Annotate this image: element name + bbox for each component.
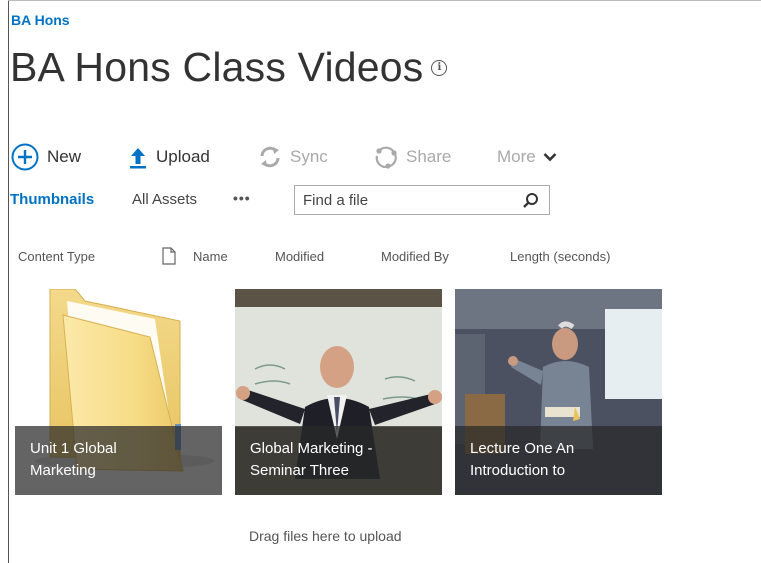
document-icon[interactable] (162, 247, 176, 268)
upload-arrow-icon (128, 145, 148, 169)
new-label: New (47, 147, 82, 166)
tile-title-line2: Seminar Three (250, 462, 349, 479)
tile-video[interactable]: Global Marketing - Seminar Three (235, 289, 442, 495)
sync-button[interactable]: Sync (258, 143, 328, 171)
page-title-text: BA Hons Class Videos (10, 44, 424, 90)
drop-zone-text[interactable]: Drag files here to upload (249, 528, 402, 544)
sync-label: Sync (290, 147, 328, 166)
share-button[interactable]: Share (374, 143, 451, 171)
new-button[interactable]: New (11, 143, 81, 171)
column-name[interactable]: Name (193, 249, 228, 264)
tile-title-line2: Introduction to (470, 462, 566, 479)
view-all-assets[interactable]: All Assets (132, 191, 197, 208)
share-label: Share (406, 147, 452, 166)
share-icon (374, 145, 398, 169)
column-modified-by[interactable]: Modified By (381, 249, 449, 264)
breadcrumb[interactable]: BA Hons (11, 12, 70, 28)
tile-title-line2: Marketing (30, 462, 96, 479)
tile-title-line1: Unit 1 Global (30, 440, 117, 457)
more-label: More (497, 147, 536, 166)
more-views-ellipsis[interactable]: ••• (233, 190, 251, 206)
search-icon[interactable] (522, 192, 539, 214)
tile-caption: Unit 1 Global Marketing (15, 426, 222, 495)
tile-caption: Global Marketing - Seminar Three (235, 426, 442, 495)
column-content-type[interactable]: Content Type (18, 249, 95, 264)
column-modified[interactable]: Modified (275, 249, 324, 264)
sync-icon (258, 145, 282, 169)
search-input[interactable] (303, 191, 513, 209)
tile-title-line1: Lecture One An (470, 440, 575, 457)
tile-caption: Lecture One An Introduction to (455, 426, 662, 495)
tile-video[interactable]: Lecture One An Introduction to (455, 289, 662, 495)
tile-folder[interactable]: Unit 1 Global Marketing (15, 289, 222, 495)
left-border (8, 0, 9, 563)
upload-button[interactable]: Upload (128, 143, 210, 171)
view-thumbnails[interactable]: Thumbnails (10, 191, 94, 208)
chevron-down-icon (543, 152, 557, 162)
upload-label: Upload (156, 147, 210, 166)
tile-title-line1: Global Marketing - (250, 440, 373, 457)
info-icon[interactable]: i (431, 60, 448, 77)
column-length[interactable]: Length (seconds) (510, 249, 610, 264)
top-border (8, 0, 761, 1)
more-button[interactable]: More (497, 143, 557, 171)
plus-circle-icon (11, 143, 39, 171)
page-title: BA Hons Class Videos i (10, 44, 448, 91)
search-box[interactable] (294, 185, 550, 215)
